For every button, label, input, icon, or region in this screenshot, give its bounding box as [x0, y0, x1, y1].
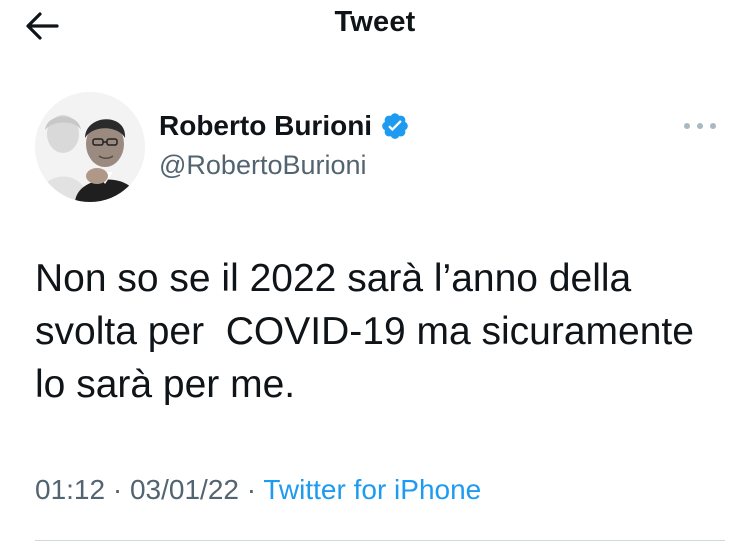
- tweet-date: 03/01/22: [129, 474, 239, 505]
- meta-separator: ·: [246, 474, 257, 505]
- tweet-text: Non so se il 2022 sarà l’anno della svol…: [35, 257, 705, 406]
- tweet-source-link[interactable]: Twitter for iPhone: [263, 474, 481, 505]
- more-options-button[interactable]: [680, 114, 720, 138]
- user-handle[interactable]: @RobertoBurioni: [159, 150, 367, 181]
- display-name: Roberto Burioni: [159, 110, 373, 141]
- tweet-meta: 01:12 · 03/01/22 · Twitter for iPhone: [35, 474, 481, 506]
- page-title: Tweet: [334, 6, 416, 38]
- avatar-image: [35, 92, 145, 202]
- divider: [35, 540, 725, 541]
- display-name-row[interactable]: Roberto Burioni: [159, 110, 410, 142]
- verified-badge-icon: [380, 111, 410, 141]
- more-horizontal-icon: [684, 123, 716, 129]
- tweet-author: Roberto Burioni @RobertoBurioni: [35, 92, 716, 204]
- avatar[interactable]: [35, 92, 145, 202]
- meta-separator: ·: [112, 474, 123, 505]
- header-bar: Tweet: [0, 0, 750, 52]
- tweet-time: 01:12: [35, 474, 106, 505]
